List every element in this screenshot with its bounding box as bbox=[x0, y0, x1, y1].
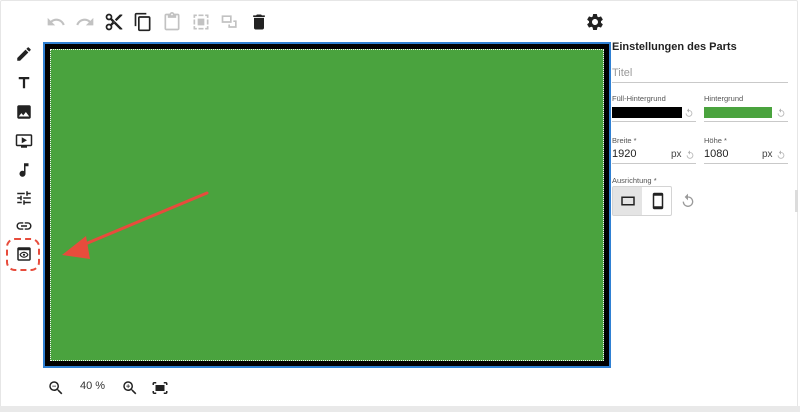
redo-icon bbox=[76, 17, 94, 26]
delete-icon bbox=[253, 14, 265, 30]
fit-screen-button[interactable] bbox=[149, 377, 171, 399]
music-icon bbox=[19, 163, 29, 177]
panel-title: Einstellungen des Parts bbox=[612, 41, 737, 53]
redo-button[interactable] bbox=[73, 10, 97, 34]
orientation-reset-icon[interactable] bbox=[680, 193, 696, 209]
settings-button[interactable] bbox=[583, 10, 607, 34]
orientation-portrait-button[interactable] bbox=[643, 187, 672, 215]
width-input[interactable]: 1920 bbox=[612, 148, 636, 160]
width-reset-icon[interactable] bbox=[685, 150, 695, 160]
sidebar-item-text[interactable] bbox=[12, 71, 36, 95]
height-underline bbox=[704, 163, 788, 164]
height-label: Höhe * bbox=[704, 136, 727, 145]
cut-icon bbox=[105, 13, 123, 31]
background-swatch[interactable] bbox=[704, 107, 772, 118]
fill-background-swatch[interactable] bbox=[612, 107, 682, 118]
paste-icon bbox=[164, 12, 180, 31]
fit-screen-icon bbox=[152, 382, 168, 394]
copy-icon bbox=[134, 12, 151, 32]
zoom-out-icon bbox=[49, 381, 63, 395]
zoom-in-icon bbox=[123, 381, 137, 395]
sidebar-item-audio[interactable] bbox=[12, 158, 36, 182]
sidebar-item-settings[interactable] bbox=[12, 186, 36, 210]
background-underline bbox=[704, 121, 788, 122]
height-unit: px bbox=[762, 149, 773, 160]
bottom-strip bbox=[0, 406, 800, 412]
canvas-fill-background bbox=[45, 44, 609, 366]
zoom-out-button[interactable] bbox=[45, 377, 67, 399]
text-icon bbox=[18, 77, 30, 89]
canvas-selection-frame[interactable] bbox=[43, 42, 611, 368]
copy-button[interactable] bbox=[131, 10, 155, 34]
cut-button[interactable] bbox=[102, 10, 126, 34]
fill-background-label: Füll-Hintergrund bbox=[612, 94, 666, 103]
background-label: Hintergrund bbox=[704, 94, 744, 103]
portrait-icon bbox=[652, 192, 663, 210]
undo-icon bbox=[47, 17, 65, 26]
zoom-in-button[interactable] bbox=[119, 377, 141, 399]
orientation-landscape-button[interactable] bbox=[613, 187, 642, 215]
height-reset-icon[interactable] bbox=[776, 150, 786, 160]
sidebar-item-link[interactable] bbox=[12, 214, 36, 238]
gear-icon bbox=[587, 13, 603, 30]
video-icon bbox=[15, 134, 33, 148]
canvas-area[interactable] bbox=[50, 49, 604, 361]
undo-button[interactable] bbox=[44, 10, 68, 34]
orientation-toggle bbox=[612, 186, 672, 216]
fill-background-underline bbox=[612, 121, 696, 122]
background-reset-icon[interactable] bbox=[776, 108, 786, 118]
image-icon bbox=[17, 105, 31, 119]
link-icon bbox=[16, 222, 32, 230]
height-input[interactable]: 1080 bbox=[704, 148, 728, 160]
pencil-icon bbox=[17, 47, 31, 61]
orientation-label: Ausrichtung * bbox=[612, 176, 657, 185]
ungroup-icon bbox=[221, 15, 237, 28]
ungroup-button[interactable] bbox=[218, 10, 242, 34]
paste-button[interactable] bbox=[160, 10, 184, 34]
sidebar-item-image[interactable] bbox=[12, 100, 36, 124]
width-underline bbox=[612, 163, 696, 164]
sidebar-item-draw[interactable] bbox=[12, 42, 36, 66]
title-input[interactable] bbox=[612, 64, 788, 83]
delete-button[interactable] bbox=[247, 10, 271, 34]
landscape-icon bbox=[620, 196, 635, 206]
group-icon bbox=[193, 14, 209, 30]
width-unit: px bbox=[671, 149, 682, 160]
group-button[interactable] bbox=[189, 10, 213, 34]
sidebar-item-video[interactable] bbox=[12, 129, 36, 153]
sliders-icon bbox=[17, 191, 31, 205]
fill-background-reset-icon[interactable] bbox=[684, 108, 694, 118]
preview-highlight-circle bbox=[6, 238, 40, 271]
zoom-level: 40 % bbox=[80, 380, 106, 392]
scrollbar-hint[interactable] bbox=[795, 190, 798, 212]
width-label: Breite * bbox=[612, 136, 637, 145]
